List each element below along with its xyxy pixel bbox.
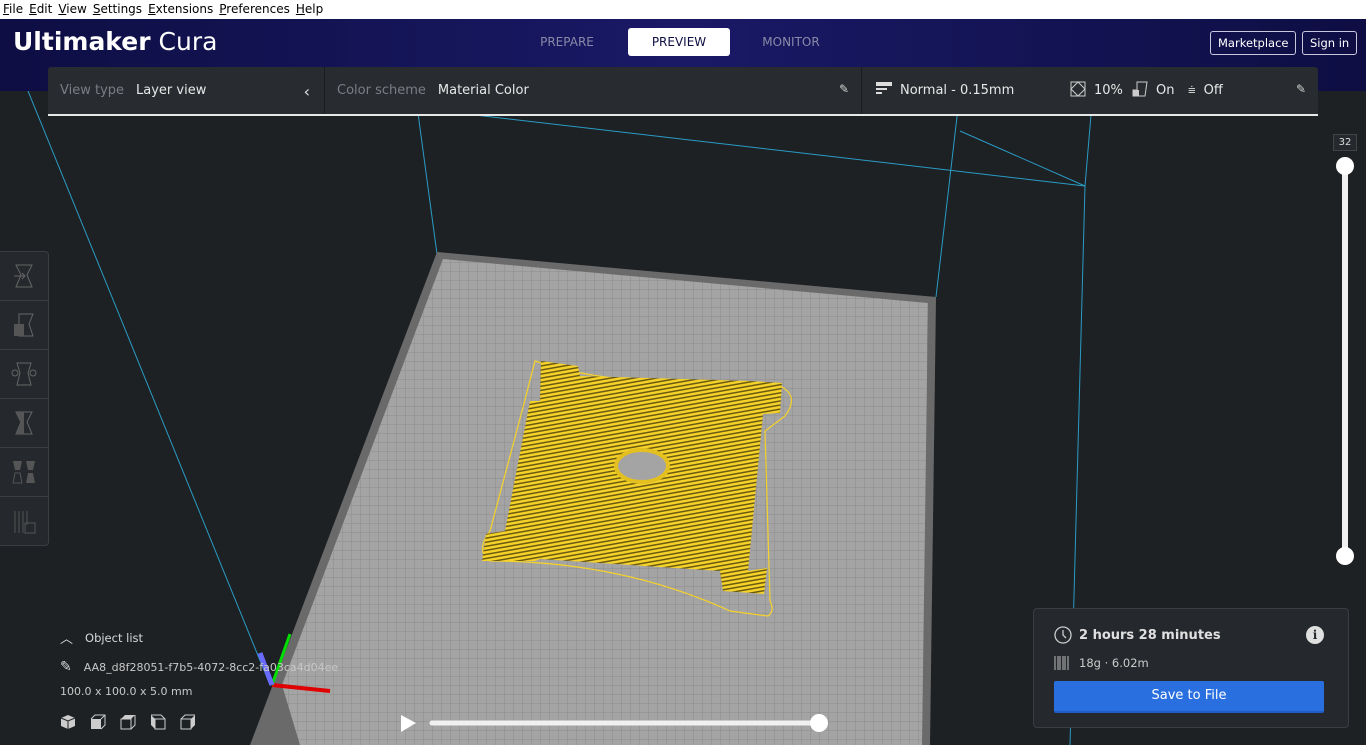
infill-icon: [1070, 80, 1086, 101]
pencil-icon[interactable]: ✎: [1296, 82, 1306, 96]
profile-value: Normal - 0.15mm: [900, 83, 1015, 98]
menu-preferences[interactable]: Preferences: [216, 0, 293, 19]
clock-icon: [1054, 626, 1072, 644]
pencil-icon[interactable]: ✎: [60, 659, 72, 675]
marketplace-button[interactable]: Marketplace: [1210, 31, 1297, 55]
info-icon[interactable]: i: [1306, 626, 1324, 644]
color-scheme-selector[interactable]: Color scheme Material Color ✎: [325, 67, 862, 114]
view-3d-icon[interactable]: [60, 714, 76, 730]
menu-view[interactable]: View: [55, 0, 89, 19]
move-icon: [14, 264, 33, 288]
pencil-icon[interactable]: ✎: [839, 82, 849, 96]
menu-file[interactable]: File: [0, 0, 26, 19]
center-hole: [614, 448, 670, 484]
support-blocker-icon: [14, 510, 36, 533]
view-left-icon[interactable]: [150, 714, 166, 730]
per-model-settings-tool[interactable]: [0, 448, 48, 497]
object-dimensions: 100.0 x 100.0 x 5.0 mm: [60, 685, 193, 698]
view-top-icon[interactable]: [120, 714, 136, 730]
adhesion-icon: ⩧: [1188, 83, 1196, 98]
infill-value: 10%: [1094, 83, 1123, 98]
mirror-icon: [15, 411, 33, 435]
object-list-title: Object list: [85, 630, 144, 645]
profile-icon: [876, 81, 892, 100]
tool-panel: [0, 251, 49, 546]
view-type-label: View type: [60, 83, 125, 98]
app-logo: Ultimaker Cura: [13, 27, 217, 56]
support-icon: [1132, 81, 1148, 101]
view-front-icon[interactable]: [90, 714, 106, 730]
per-model-settings-icon: [12, 461, 35, 484]
support-value: On: [1156, 83, 1175, 98]
layer-slider-track[interactable]: [1342, 166, 1348, 557]
color-scheme-label: Color scheme: [337, 83, 426, 98]
tab-monitor[interactable]: MONITOR: [740, 28, 842, 56]
move-tool[interactable]: [0, 252, 48, 301]
menu-bar: File Edit View Settings Extensions Prefe…: [0, 0, 1366, 19]
object-list-panel: ︿ Object list ✎ AA8_d8f28051-f7b5-4072-8cc…: [60, 628, 338, 730]
print-settings-selector[interactable]: Normal - 0.15mm 10% On ⩧ Off ✎: [862, 67, 1318, 114]
view-right-icon[interactable]: [180, 714, 196, 730]
layer-slider-lower-handle[interactable]: [1336, 547, 1354, 565]
tab-prepare[interactable]: PREPARE: [516, 28, 618, 56]
chevron-up-icon: ︿: [60, 632, 74, 647]
rotate-icon: [11, 362, 37, 386]
menu-edit[interactable]: Edit: [26, 0, 55, 19]
menu-extensions[interactable]: Extensions: [145, 0, 216, 19]
layer-number-badge: 32: [1333, 134, 1357, 151]
mirror-tool[interactable]: [0, 399, 48, 448]
object-name: AA8_d8f28051-f7b5-4072-8cc2-fa03ca4d04ee: [83, 660, 339, 674]
layer-slider-upper-handle[interactable]: [1336, 157, 1354, 175]
menu-help[interactable]: Help: [293, 0, 326, 19]
stage-tabs: PREPARE PREVIEW MONITOR: [516, 28, 852, 56]
logo-brand: Ultimaker: [13, 27, 151, 56]
layer-slider[interactable]: [1336, 157, 1354, 565]
playback-handle[interactable]: [810, 714, 828, 732]
material-usage: 18g · 6.02m: [1079, 656, 1149, 670]
view-options-bar: View type Layer view ‹ Color scheme Mate…: [48, 67, 1318, 116]
print-time: 2 hours 28 minutes: [1079, 627, 1221, 643]
scale-icon: [14, 313, 34, 337]
tab-preview[interactable]: PREVIEW: [628, 28, 730, 56]
rotate-tool[interactable]: [0, 350, 48, 399]
view-type-value: Layer view: [136, 83, 207, 98]
view-type-selector[interactable]: View type Layer view ‹: [48, 67, 325, 114]
chevron-left-icon[interactable]: ‹: [304, 82, 310, 101]
menu-settings[interactable]: Settings: [90, 0, 145, 19]
scale-tool[interactable]: [0, 301, 48, 350]
print-info-panel: 2 hours 28 minutes i 18g · 6.02m Save to…: [1033, 608, 1349, 728]
adhesion-value: Off: [1203, 83, 1223, 98]
logo-product: Cura: [158, 27, 218, 56]
spool-icon: [1054, 656, 1069, 670]
save-to-file-button[interactable]: Save to File: [1054, 681, 1324, 713]
color-scheme-value: Material Color: [437, 83, 529, 98]
support-blocker-tool[interactable]: [0, 497, 48, 546]
object-list-toggle[interactable]: ︿ Object list: [60, 628, 338, 648]
sign-in-button[interactable]: Sign in: [1302, 31, 1358, 55]
